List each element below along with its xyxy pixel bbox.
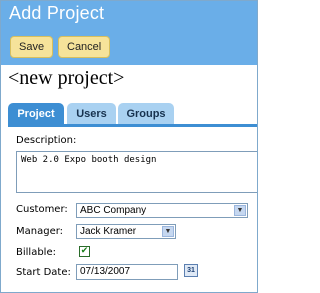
tab-users[interactable]: Users bbox=[67, 103, 116, 125]
chevron-down-icon[interactable]: ▼ bbox=[234, 205, 246, 216]
manager-select-value: Jack Kramer bbox=[80, 226, 137, 237]
billable-checkbox[interactable]: ✔ bbox=[79, 246, 90, 257]
chevron-down-icon[interactable]: ▼ bbox=[162, 226, 174, 237]
manager-label: Manager: bbox=[16, 226, 64, 237]
add-project-panel: Add Project Save Cancel <new project> Pr… bbox=[0, 0, 258, 293]
customer-label: Customer: bbox=[16, 204, 68, 215]
customer-select-value: ABC Company bbox=[80, 205, 147, 216]
manager-select[interactable]: Jack Kramer ▼ bbox=[76, 224, 176, 239]
checkmark-icon: ✔ bbox=[80, 246, 89, 256]
calendar-icon[interactable]: 31 bbox=[184, 264, 198, 277]
page-title: Add Project bbox=[9, 3, 105, 23]
save-button[interactable]: Save bbox=[10, 36, 54, 58]
project-name-heading: <new project> bbox=[8, 67, 125, 89]
header-bar: Add Project Save Cancel bbox=[1, 1, 257, 65]
start-date-label: Start Date: bbox=[16, 267, 71, 278]
customer-select[interactable]: ABC Company ▼ bbox=[76, 203, 248, 218]
description-label: Description: bbox=[16, 135, 77, 146]
billable-label: Billable: bbox=[16, 247, 56, 258]
tab-underline bbox=[8, 124, 257, 127]
tab-project[interactable]: Project bbox=[8, 103, 64, 125]
cancel-button[interactable]: Cancel bbox=[58, 36, 111, 58]
description-field[interactable]: Web 2.0 Expo booth design bbox=[16, 151, 257, 193]
start-date-input[interactable]: 07/13/2007 bbox=[76, 264, 178, 280]
tab-groups[interactable]: Groups bbox=[118, 103, 174, 125]
